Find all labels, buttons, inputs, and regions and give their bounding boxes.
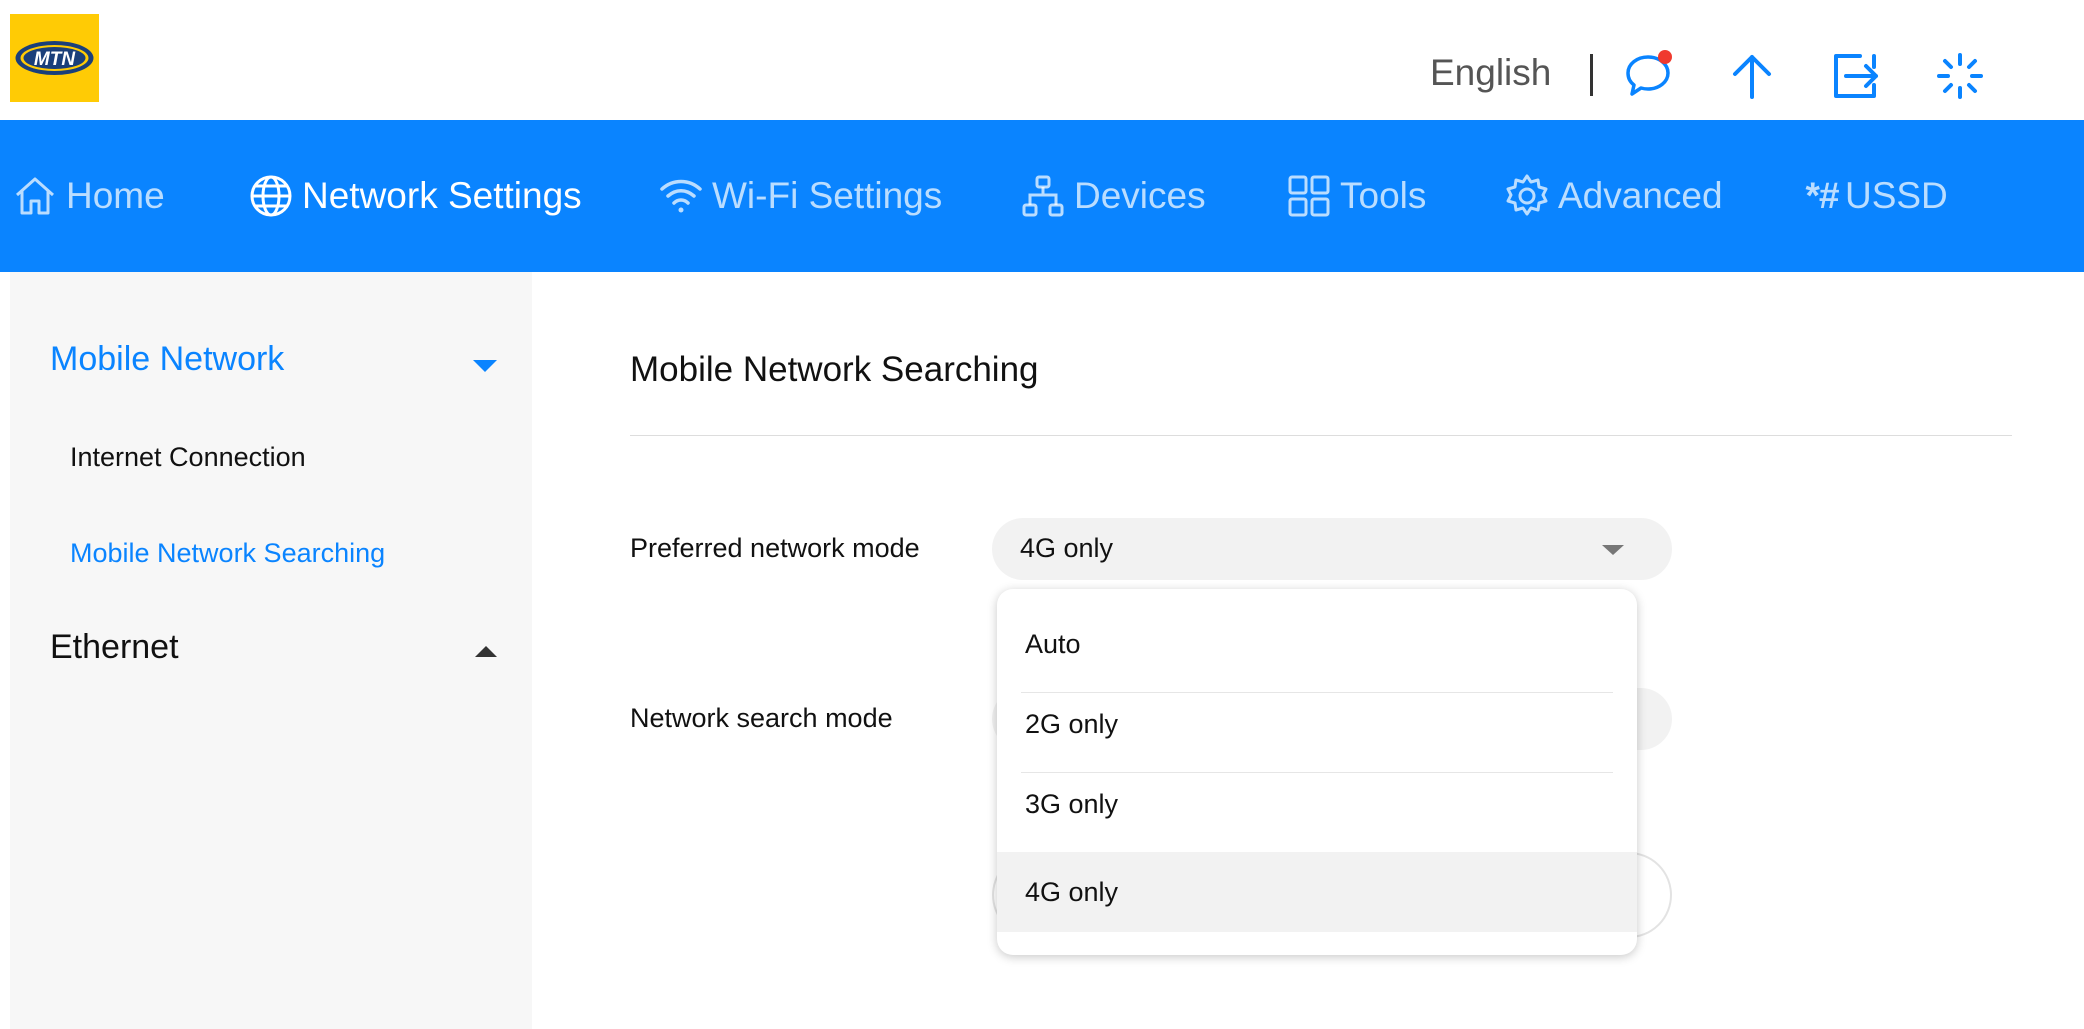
notification-dot (1658, 50, 1672, 64)
nav-network-settings[interactable]: Network Settings (248, 120, 582, 272)
page-title: Mobile Network Searching (630, 350, 1039, 389)
language-selector[interactable]: English (1430, 52, 1551, 94)
nav-label-ussd: USSD (1844, 175, 1948, 216)
sidebar-group-ethernet[interactable]: Ethernet (50, 628, 497, 667)
nav-label-network-settings: Network Settings (302, 175, 582, 216)
sidebar-item-internet-connection[interactable]: Internet Connection (70, 442, 306, 473)
nav-ussd[interactable]: *# USSD (1804, 120, 1948, 272)
wifi-icon (660, 179, 702, 213)
loading-icon[interactable] (1934, 50, 1986, 102)
nav-label-devices: Devices (1074, 175, 1206, 216)
sidebar: Mobile Network Internet Connection Mobil… (10, 272, 532, 1029)
sidebar-group-mobile-network[interactable]: Mobile Network (50, 340, 497, 379)
globe-icon (250, 175, 292, 217)
dropdown-option-2g[interactable]: 2G only (997, 684, 1637, 764)
option-label: 4G only (1025, 877, 1119, 907)
devices-icon (1022, 175, 1064, 217)
dropdown-option-3g[interactable]: 3G only (997, 764, 1637, 844)
gear-icon (1506, 174, 1548, 216)
tools-icon (1288, 175, 1330, 217)
network-search-mode-label: Network search mode (630, 703, 893, 733)
sidebar-group-label: Mobile Network (50, 340, 285, 378)
nav-label-tools: Tools (1340, 175, 1427, 216)
nav-tools[interactable]: Tools (1286, 120, 1426, 272)
nav-home[interactable]: Home (12, 120, 165, 272)
dropdown-option-4g[interactable]: 4G only (997, 852, 1637, 932)
nav-wifi-settings[interactable]: Wi-Fi Settings (658, 120, 942, 272)
option-label: 2G only (1025, 709, 1119, 739)
caret-up-icon[interactable] (475, 646, 497, 657)
nav-label-wifi-settings: Wi-Fi Settings (712, 175, 943, 216)
dropdown-option-auto[interactable]: Auto (997, 604, 1637, 684)
chevron-down-icon (1602, 545, 1624, 555)
ussd-symbol: *# (1804, 175, 1839, 216)
sidebar-group-label: Ethernet (50, 628, 179, 666)
preferred-network-mode-label: Preferred network mode (630, 533, 920, 563)
svg-text:MTN: MTN (34, 49, 76, 70)
preferred-network-mode-select[interactable]: 4G only (992, 518, 1672, 580)
sidebar-item-mobile-network-searching[interactable]: Mobile Network Searching (70, 538, 385, 569)
message-icon[interactable] (1622, 50, 1674, 102)
option-label: Auto (1025, 629, 1081, 659)
preferred-network-mode-value: 4G only (1020, 533, 1114, 563)
logout-icon[interactable] (1830, 50, 1882, 102)
option-label: 3G only (1025, 789, 1119, 819)
nav-advanced[interactable]: Advanced (1504, 120, 1723, 272)
nav-label-home: Home (66, 175, 165, 216)
nav-label-advanced: Advanced (1558, 175, 1723, 216)
caret-down-icon[interactable] (473, 360, 497, 372)
header-divider (1590, 54, 1593, 96)
main-navbar: Home Network Settings Wi-Fi Settings Dev… (0, 120, 2084, 272)
mtn-logo: MTN (10, 14, 99, 102)
nav-devices[interactable]: Devices (1020, 120, 1206, 272)
title-divider (630, 435, 2012, 436)
network-mode-dropdown: Auto 2G only 3G only 4G only (997, 589, 1637, 955)
home-icon (16, 177, 54, 215)
upload-icon[interactable] (1726, 50, 1778, 102)
